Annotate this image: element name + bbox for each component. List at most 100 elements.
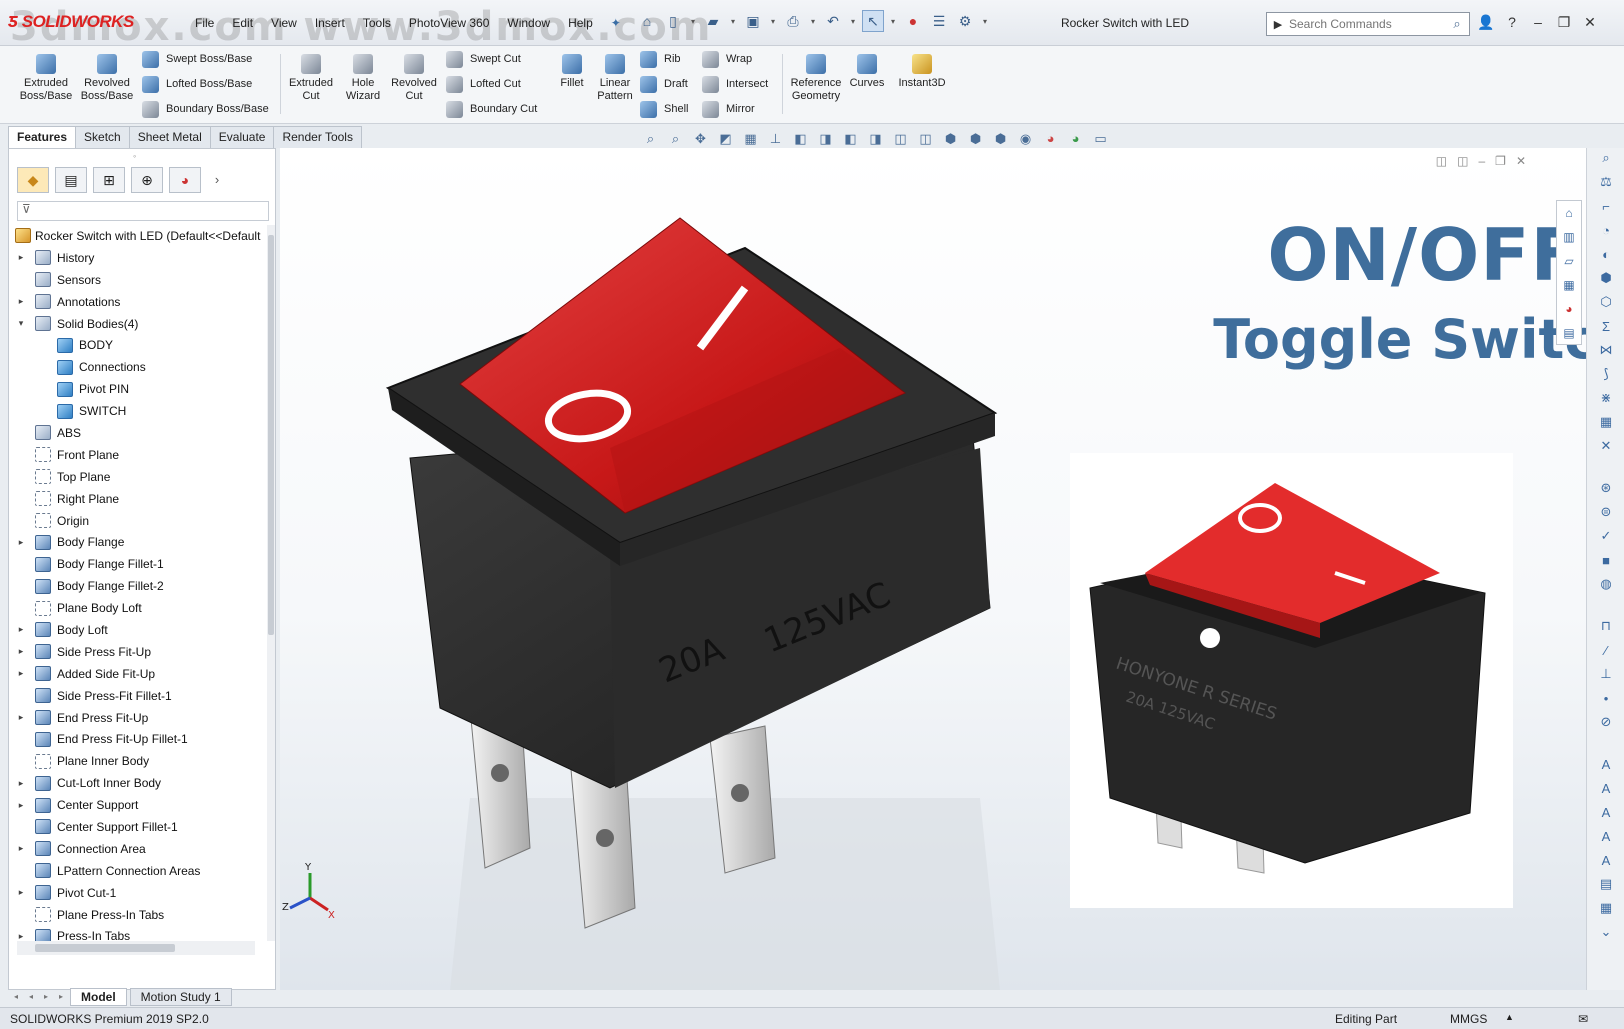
chevron-down-icon[interactable]: ▾	[688, 17, 698, 26]
linear-pattern-button[interactable]: Linear Pattern	[592, 54, 638, 103]
line-icon[interactable]: ⁄	[1595, 640, 1617, 660]
chevron-down-icon[interactable]: ⌄	[1595, 922, 1617, 942]
tree-item[interactable]: Body Flange Fillet-2	[9, 575, 267, 597]
first-tab-icon[interactable]: ◂	[10, 991, 22, 1003]
tree-item[interactable]: Plane Inner Body	[9, 750, 267, 772]
back-view-icon[interactable]: ◨	[815, 128, 836, 149]
custom-properties-icon[interactable]: ▤	[1558, 323, 1580, 343]
view-orientation-icon[interactable]: ▦	[740, 128, 761, 149]
display-manager-tab-icon[interactable]: ◕	[169, 167, 201, 193]
chevron-down-icon[interactable]: ▾	[728, 17, 738, 26]
symmetry-icon[interactable]: ⋇	[1595, 388, 1617, 408]
sensor-icon[interactable]: ◐	[1595, 244, 1617, 264]
rebuild-icon[interactable]: ●	[902, 10, 924, 32]
tree-item[interactable]: ▸ Press-In Tabs	[9, 926, 267, 941]
file-properties-icon[interactable]: ☰	[928, 10, 950, 32]
equations-icon[interactable]: Σ	[1595, 316, 1617, 336]
undo-icon[interactable]: ↶	[822, 10, 844, 32]
extruded-boss-button[interactable]: Extruded Boss/Base	[14, 54, 78, 103]
revolved-boss-button[interactable]: Revolved Boss/Base	[78, 54, 136, 103]
shell-button[interactable]: Shell	[640, 98, 688, 120]
attach-icon[interactable]: ⊘	[1595, 712, 1617, 732]
boundary-cut-button[interactable]: Boundary Cut	[446, 98, 537, 120]
tree-item[interactable]: Plane Press-In Tabs	[9, 904, 267, 926]
file-explorer-icon[interactable]: ▱	[1558, 251, 1580, 271]
rib-button[interactable]: Rib	[640, 48, 681, 70]
notification-icon[interactable]: ✉	[1578, 1012, 1588, 1026]
routing-icon[interactable]: ⊛	[1595, 478, 1617, 498]
tree-filter[interactable]: ⊽	[17, 201, 269, 221]
tree-item[interactable]: End Press Fit-Up Fillet-1	[9, 728, 267, 750]
curves-button[interactable]: Curves	[846, 54, 888, 90]
property-manager-tab-icon[interactable]: ▤	[55, 167, 87, 193]
menu-view[interactable]: View	[262, 14, 306, 32]
swept-boss-button[interactable]: Swept Boss/Base	[142, 48, 252, 70]
tree-vertical-scrollbar[interactable]	[267, 225, 275, 941]
tree-item[interactable]: ▸ Annotations	[9, 291, 267, 313]
tile-icon[interactable]: ◫	[1436, 154, 1447, 168]
new-document-icon[interactable]: ▯	[662, 10, 684, 32]
print-icon[interactable]: ⎙	[782, 10, 804, 32]
home-icon[interactable]: ⌂	[636, 10, 658, 32]
chevron-down-icon[interactable]: ▾	[768, 17, 778, 26]
hole-wizard-button[interactable]: Hole Wizard	[338, 54, 388, 103]
isometric-view-icon[interactable]: ⬢	[940, 128, 961, 149]
layer-icon[interactable]: ▦	[1595, 898, 1617, 918]
tree-item[interactable]: Top Plane	[9, 466, 267, 488]
chevron-down-icon[interactable]: ▾	[848, 17, 858, 26]
tab-sketch[interactable]: Sketch	[75, 126, 130, 148]
instant3d-button[interactable]: Instant3D	[894, 54, 950, 90]
balloon-icon[interactable]: A	[1595, 778, 1617, 798]
design-library-icon[interactable]: ▥	[1558, 227, 1580, 247]
design-checker-icon[interactable]: ✓	[1595, 526, 1617, 546]
left-view-icon[interactable]: ◧	[840, 128, 861, 149]
zoom-to-fit-icon[interactable]: ⌕	[640, 128, 661, 149]
tree-item[interactable]: Body Flange Fillet-1	[9, 553, 267, 575]
hide-show-icon[interactable]: ◉	[1015, 128, 1036, 149]
status-units[interactable]: MMGS	[1450, 1012, 1487, 1026]
tree-item[interactable]: ▸ Pivot Cut-1	[9, 882, 267, 904]
tree-root[interactable]: Rocker Switch with LED (Default<<Default	[9, 225, 267, 247]
menu-window[interactable]: Window	[498, 14, 559, 32]
mass-properties-icon[interactable]: ⚖	[1595, 172, 1617, 192]
expand-toggle-icon[interactable]: ▾	[15, 318, 27, 329]
tree-horizontal-scrollbar[interactable]	[17, 941, 255, 955]
lofted-boss-button[interactable]: Lofted Boss/Base	[142, 73, 252, 95]
check-icon[interactable]: ⬢	[1595, 268, 1617, 288]
search-input[interactable]	[1289, 17, 1445, 31]
prev-tab-icon[interactable]: ◂	[25, 991, 37, 1003]
options-gear-icon[interactable]: ⚙	[954, 10, 976, 32]
chevron-right-icon[interactable]: ›	[207, 167, 227, 193]
expand-toggle-icon[interactable]: ▸	[15, 646, 27, 657]
minimize-icon[interactable]: –	[1526, 10, 1550, 34]
tree-item[interactable]: ▸ Connection Area	[9, 838, 267, 860]
tree-item[interactable]: Side Press-Fit Fillet-1	[9, 685, 267, 707]
tile-icon[interactable]: ◫	[1457, 154, 1468, 168]
tree-item[interactable]: Center Support Fillet-1	[9, 816, 267, 838]
view-settings-icon[interactable]: ▭	[1090, 128, 1111, 149]
menu-edit[interactable]: Edit	[223, 14, 262, 32]
table-icon[interactable]: ▤	[1595, 874, 1617, 894]
shaded-icon[interactable]: ⬢	[965, 128, 986, 149]
tree-item[interactable]: Right Plane	[9, 488, 267, 510]
tab-motion-study[interactable]: Motion Study 1	[129, 988, 232, 1006]
note-icon[interactable]: A	[1595, 754, 1617, 774]
boundary-boss-button[interactable]: Boundary Boss/Base	[142, 98, 269, 120]
tree-item[interactable]: ABS	[9, 422, 267, 444]
expand-toggle-icon[interactable]: ▸	[15, 537, 27, 548]
reference-geometry-button[interactable]: Reference Geometry	[786, 54, 846, 103]
fillet-button[interactable]: Fillet	[552, 54, 592, 90]
expand-toggle-icon[interactable]: ▸	[15, 887, 27, 898]
tree-item[interactable]: ▸ Center Support	[9, 794, 267, 816]
expand-toggle-icon[interactable]: ▸	[15, 712, 27, 723]
expand-toggle-icon[interactable]: ▸	[15, 624, 27, 635]
scene-icon[interactable]: ◕	[1065, 128, 1086, 149]
tree-item[interactable]: Front Plane	[9, 444, 267, 466]
zoom-to-area-icon[interactable]: ⌕	[665, 128, 686, 149]
chevron-down-icon[interactable]: ▾	[808, 17, 818, 26]
tree-item[interactable]: LPattern Connection Areas	[9, 860, 267, 882]
tree-item[interactable]: ▸ Body Flange	[9, 531, 267, 553]
chevron-down-icon[interactable]: ▾	[888, 17, 898, 26]
search-icon[interactable]: ⌕	[1445, 16, 1469, 32]
tab-render-tools[interactable]: Render Tools	[273, 126, 362, 148]
